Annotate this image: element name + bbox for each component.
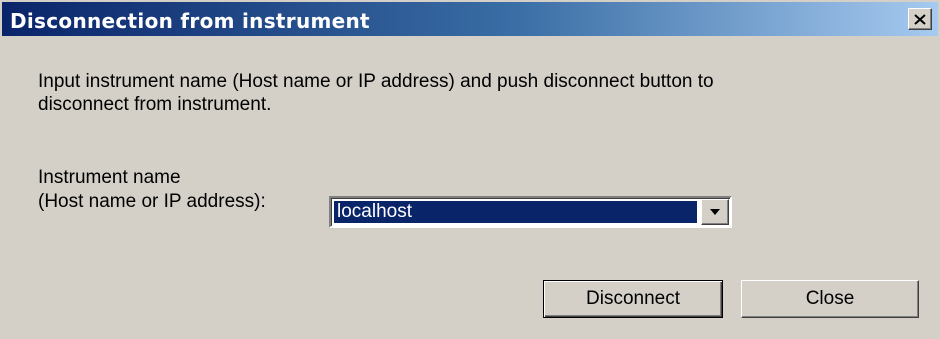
disconnect-button[interactable]: Disconnect [543,280,723,318]
close-x-icon [914,13,926,25]
close-window-button[interactable] [908,8,932,30]
dropdown-button[interactable] [701,199,729,225]
instrument-name-label-line1: Instrument name [38,167,181,188]
instructions-text: Input instrument name (Host name or IP a… [38,71,714,115]
instrument-name-value[interactable]: localhost [334,201,697,223]
close-button[interactable]: Close [741,280,919,318]
chevron-down-icon [710,209,720,215]
dialog-content: Input instrument name (Host name or IP a… [2,36,938,335]
instrument-name-label-line2: (Host name or IP address): [38,191,266,212]
instrument-name-combobox[interactable]: localhost [329,196,732,228]
window-title: Disconnection from instrument [10,9,370,33]
dialog-window: Disconnection from instrument Input inst… [2,2,938,335]
title-bar[interactable]: Disconnection from instrument [2,2,938,36]
instrument-name-label: Instrument name (Host name or IP address… [38,166,266,214]
